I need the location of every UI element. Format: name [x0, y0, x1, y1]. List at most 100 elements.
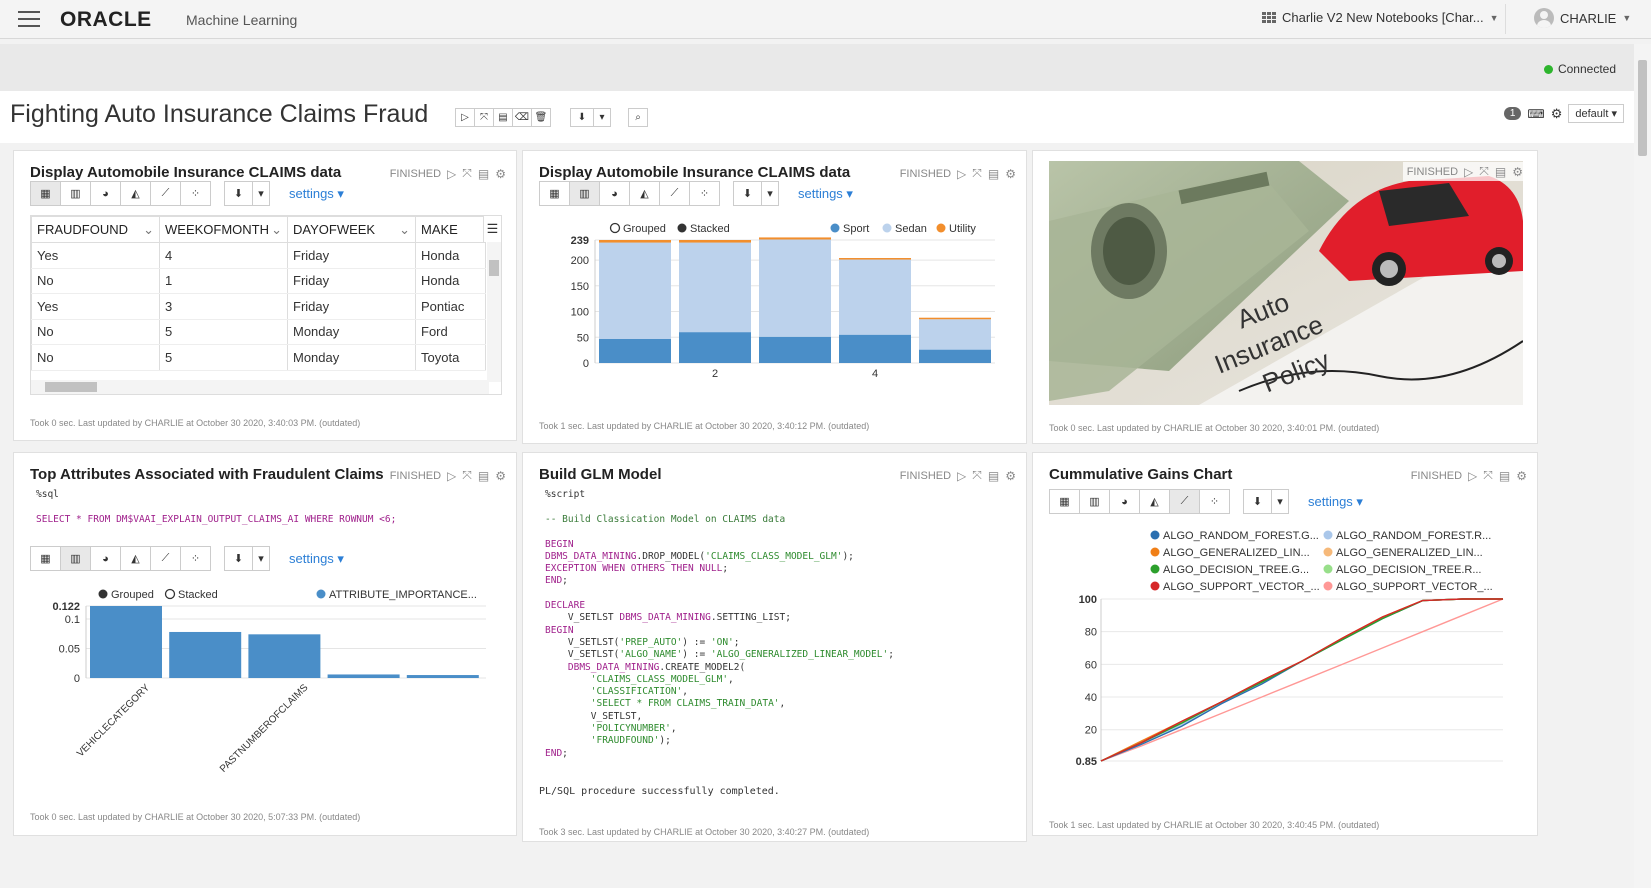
- run-all-button[interactable]: ▷: [455, 108, 475, 127]
- expand-icon[interactable]: ⤧: [462, 166, 472, 181]
- chevron-down-icon[interactable]: ⌄: [271, 222, 282, 238]
- expand-icon[interactable]: ⤧: [1479, 164, 1489, 179]
- settings-dropdown[interactable]: settings ▾: [289, 186, 344, 202]
- bar-chart-icon[interactable]: ▥: [569, 181, 600, 206]
- column-header[interactable]: FRAUDFOUND ⌄: [31, 216, 160, 243]
- column-header[interactable]: MAKE: [415, 216, 486, 243]
- download-dropdown[interactable]: ▾: [252, 181, 270, 206]
- column-menu-icon[interactable]: ☰: [483, 216, 501, 242]
- table-vscrollbar[interactable]: [487, 242, 501, 382]
- scrollbar-thumb[interactable]: [1638, 60, 1647, 156]
- table-view-icon[interactable]: ▦: [30, 181, 61, 206]
- download-dropdown[interactable]: ▾: [593, 108, 611, 127]
- area-chart-icon[interactable]: ◭: [120, 546, 151, 571]
- page-title[interactable]: Fighting Auto Insurance Claims Fraud: [10, 100, 428, 129]
- table-row[interactable]: No 5 Monday Toyota: [31, 344, 486, 371]
- clear-output-button[interactable]: ⌫: [512, 108, 532, 127]
- table-view-icon[interactable]: ▦: [539, 181, 570, 206]
- bar-chart-icon[interactable]: ▥: [60, 546, 91, 571]
- expand-icon[interactable]: ⤧: [972, 468, 982, 483]
- table-hscrollbar[interactable]: [31, 380, 489, 394]
- hide-code-button[interactable]: ⤧: [474, 108, 494, 127]
- interpreter-badge[interactable]: 1: [1503, 107, 1522, 120]
- notebook-selector[interactable]: Charlie V2 New Notebooks [Char... ▼: [1262, 10, 1499, 25]
- book-icon[interactable]: ▤: [478, 469, 489, 483]
- pie-chart-icon[interactable]: ◕: [90, 546, 121, 571]
- run-icon[interactable]: ▷: [447, 469, 456, 483]
- table-row[interactable]: Yes 3 Friday Pontiac: [31, 293, 486, 320]
- download-dropdown[interactable]: ▾: [1271, 489, 1289, 514]
- pie-chart-icon[interactable]: ◕: [90, 181, 121, 206]
- expand-icon[interactable]: ⤧: [462, 468, 472, 483]
- book-icon[interactable]: ▤: [988, 469, 999, 483]
- run-icon[interactable]: ▷: [447, 167, 456, 181]
- download-icon[interactable]: ⬇: [224, 181, 253, 206]
- x-tick-label: 4: [872, 368, 878, 380]
- run-icon[interactable]: ▷: [1468, 469, 1477, 483]
- area-chart-icon[interactable]: ◭: [1139, 489, 1170, 514]
- table-row[interactable]: No 5 Monday Ford: [31, 319, 486, 345]
- column-header[interactable]: DAYOFWEEK ⌄: [287, 216, 416, 243]
- download-dropdown[interactable]: ▾: [252, 546, 270, 571]
- scatter-chart-icon[interactable]: ⁘: [689, 181, 720, 206]
- expand-icon[interactable]: ⤧: [972, 166, 982, 181]
- table-vscroll-thumb[interactable]: [489, 260, 499, 276]
- gear-icon[interactable]: ⚙: [495, 167, 506, 181]
- delete-button[interactable]: 🗑: [531, 108, 551, 127]
- book-icon[interactable]: ▤: [1499, 469, 1510, 483]
- download-dropdown[interactable]: ▾: [761, 181, 779, 206]
- chevron-down-icon[interactable]: ⌄: [143, 222, 154, 238]
- gear-icon[interactable]: ⚙: [1005, 469, 1016, 483]
- book-icon[interactable]: ▤: [1495, 165, 1506, 179]
- expand-icon[interactable]: ⤧: [1483, 468, 1493, 483]
- pie-chart-icon[interactable]: ◕: [599, 181, 630, 206]
- scatter-chart-icon[interactable]: ⁘: [180, 181, 211, 206]
- pie-chart-icon[interactable]: ◕: [1109, 489, 1140, 514]
- user-menu[interactable]: CHARLIE ▼: [1534, 8, 1631, 28]
- area-chart-icon[interactable]: ◭: [120, 181, 151, 206]
- plsql-code[interactable]: -- Build Classication Model on CLAIMS da…: [545, 514, 894, 760]
- line-chart-icon[interactable]: ⟋: [659, 181, 690, 206]
- gear-icon[interactable]: ⚙: [1551, 106, 1563, 122]
- book-icon[interactable]: ▤: [988, 167, 999, 181]
- menu-icon[interactable]: [18, 11, 40, 27]
- scatter-chart-icon[interactable]: ⁘: [1199, 489, 1230, 514]
- download-icon[interactable]: ⬇: [1243, 489, 1272, 514]
- settings-dropdown[interactable]: settings ▾: [289, 551, 344, 567]
- binding-dropdown[interactable]: default ▾: [1568, 104, 1624, 123]
- gear-icon[interactable]: ⚙: [495, 469, 506, 483]
- book-icon[interactable]: ▤: [478, 167, 489, 181]
- table-row[interactable]: No 1 Friday Honda: [31, 268, 486, 294]
- bar-chart-icon[interactable]: ▥: [60, 181, 91, 206]
- sql-code[interactable]: SELECT * FROM DM$VAAI_EXPLAIN_OUTPUT_CLA…: [36, 514, 396, 526]
- gear-icon[interactable]: ⚙: [1005, 167, 1016, 181]
- gear-icon[interactable]: ⚙: [1512, 165, 1523, 179]
- run-icon[interactable]: ▷: [1464, 165, 1473, 179]
- scatter-chart-icon[interactable]: ⁘: [180, 546, 211, 571]
- page-scrollbar[interactable]: [1634, 44, 1651, 888]
- code-language[interactable]: %sql: [36, 489, 59, 501]
- download-icon[interactable]: ⬇: [570, 108, 594, 127]
- run-icon[interactable]: ▷: [957, 167, 966, 181]
- table-view-icon[interactable]: ▦: [1049, 489, 1080, 514]
- table-hscroll-thumb[interactable]: [45, 382, 97, 392]
- line-chart-icon[interactable]: ⟋: [1169, 489, 1200, 514]
- keyboard-icon[interactable]: ⌨: [1527, 107, 1544, 121]
- table-view-icon[interactable]: ▦: [30, 546, 61, 571]
- bar-chart-icon[interactable]: ▥: [1079, 489, 1110, 514]
- code-language[interactable]: %script: [545, 489, 585, 501]
- line-chart-icon[interactable]: ⟋: [150, 181, 181, 206]
- line-chart-icon[interactable]: ⟋: [150, 546, 181, 571]
- settings-dropdown[interactable]: settings ▾: [1308, 494, 1363, 510]
- search-icon[interactable]: ⌕: [628, 108, 648, 127]
- settings-dropdown[interactable]: settings ▾: [798, 186, 853, 202]
- column-header[interactable]: WEEKOFMONTH ⌄: [159, 216, 288, 243]
- download-icon[interactable]: ⬇: [224, 546, 253, 571]
- area-chart-icon[interactable]: ◭: [629, 181, 660, 206]
- download-icon[interactable]: ⬇: [733, 181, 762, 206]
- chevron-down-icon[interactable]: ⌄: [399, 222, 410, 238]
- run-icon[interactable]: ▷: [957, 469, 966, 483]
- table-row[interactable]: Yes 4 Friday Honda: [31, 242, 486, 269]
- hide-output-button[interactable]: ▤: [493, 108, 513, 127]
- gear-icon[interactable]: ⚙: [1516, 469, 1527, 483]
